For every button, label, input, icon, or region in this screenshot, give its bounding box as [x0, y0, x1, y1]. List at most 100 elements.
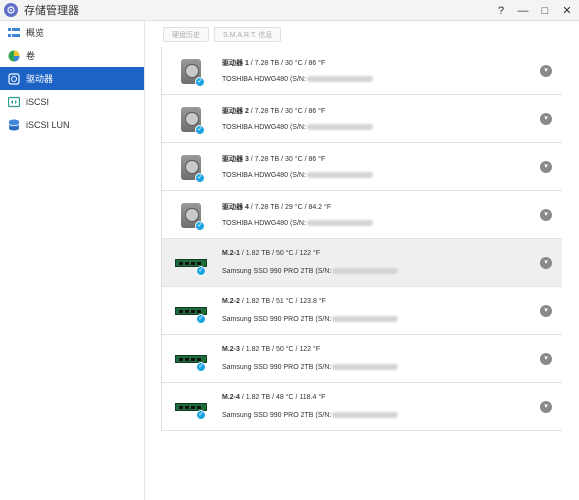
drive-row[interactable]: ✓ 驱动器 3 / 7.28 TB / 30 °C / 86 °F TOSHIB… — [162, 143, 562, 191]
drive-model: TOSHIBA HDWG480 (S/N: — [222, 172, 373, 179]
expand-chevron-icon[interactable]: ▾ — [540, 401, 552, 413]
drive-info: / 1.82 TB / 51 °C / 123.8 °F — [241, 298, 326, 305]
title-bar: 存储管理器 ? — □ ✕ — [0, 0, 579, 21]
drive-model: TOSHIBA HDWG480 (S/N: — [222, 124, 373, 131]
sidebar: 概览 卷 驱动器 iSCSI iSCSI LUN — [0, 21, 145, 500]
drive-name: 驱动器 1 — [222, 60, 249, 67]
drive-model: Samsung SSD 990 PRO 2TB (S/N: — [222, 316, 399, 323]
drive-info: / 7.28 TB / 30 °C / 86 °F — [250, 60, 326, 67]
healthy-check-icon: ✓ — [196, 410, 206, 420]
healthy-check-icon: ✓ — [195, 221, 205, 231]
drive-history-button[interactable]: 硬盘历史 — [163, 27, 209, 42]
redacted-serial — [332, 316, 399, 323]
main-panel: 硬盘历史 S.M.A.R.T. 信息 ✓ 驱动器 1 / 7.28 TB / 3… — [145, 21, 579, 500]
drive-model-text: Samsung SSD 990 PRO 2TB (S/N: — [222, 364, 332, 371]
expand-chevron-icon[interactable]: ▾ — [540, 353, 552, 365]
help-button[interactable]: ? — [495, 5, 507, 17]
drive-model-text: Samsung SSD 990 PRO 2TB (S/N: — [222, 316, 332, 323]
expand-chevron-icon[interactable]: ▾ — [540, 209, 552, 221]
redacted-serial — [332, 412, 399, 419]
healthy-check-icon: ✓ — [196, 314, 206, 324]
sidebar-item-iscsi[interactable]: iSCSI — [0, 90, 144, 113]
drive-model: TOSHIBA HDWG480 (S/N: — [222, 220, 373, 227]
drive-title: M.2-2 / 1.82 TB / 51 °C / 123.8 °F — [222, 298, 326, 305]
redacted-serial — [306, 76, 373, 83]
minimize-button[interactable]: — — [517, 5, 529, 17]
redacted-serial — [332, 364, 399, 371]
healthy-check-icon: ✓ — [196, 362, 206, 372]
drive-name: 驱动器 2 — [222, 108, 249, 115]
drive-model: Samsung SSD 990 PRO 2TB (S/N: — [222, 364, 399, 371]
drive-name: M.2-1 — [222, 250, 240, 257]
drive-title: M.2-3 / 1.82 TB / 50 °C / 122 °F — [222, 346, 320, 353]
expand-chevron-icon[interactable]: ▾ — [540, 257, 552, 269]
drive-title: 驱动器 1 / 7.28 TB / 30 °C / 86 °F — [222, 58, 325, 68]
sidebar-item-overview[interactable]: 概览 — [0, 21, 144, 44]
maximize-button[interactable]: □ — [539, 5, 551, 17]
drive-row[interactable]: ✓ M.2-2 / 1.82 TB / 51 °C / 123.8 °F Sam… — [162, 287, 562, 335]
drive-row[interactable]: ✓ M.2-1 / 1.82 TB / 50 °C / 122 °F Samsu… — [162, 239, 562, 287]
drive-info: / 7.28 TB / 30 °C / 86 °F — [250, 156, 326, 163]
expand-chevron-icon[interactable]: ▾ — [540, 161, 552, 173]
drive-model-text: TOSHIBA HDWG480 (S/N: — [222, 124, 306, 131]
drive-name: M.2-3 — [222, 346, 240, 353]
drive-title: M.2-4 / 1.82 TB / 48 °C / 118.4 °F — [222, 394, 325, 401]
sidebar-item-iscsi-lun[interactable]: iSCSI LUN — [0, 113, 144, 136]
drive-model-text: Samsung SSD 990 PRO 2TB (S/N: — [222, 412, 332, 419]
drive-model-text: TOSHIBA HDWG480 (S/N: — [222, 220, 306, 227]
drive-name: 驱动器 4 — [222, 204, 249, 211]
drive-row[interactable]: ✓ M.2-3 / 1.82 TB / 50 °C / 122 °F Samsu… — [162, 335, 562, 383]
iscsi-lun-icon — [8, 119, 20, 131]
drive-info: / 7.28 TB / 30 °C / 86 °F — [250, 108, 326, 115]
sidebar-item-volume[interactable]: 卷 — [0, 44, 144, 67]
overview-icon — [8, 27, 20, 39]
drive-name: M.2-4 — [222, 394, 240, 401]
app-logo-icon — [4, 3, 18, 17]
sidebar-item-label: iSCSI — [26, 96, 50, 107]
healthy-check-icon: ✓ — [195, 173, 205, 183]
drive-name: 驱动器 3 — [222, 156, 249, 163]
sidebar-item-drives[interactable]: 驱动器 — [0, 67, 144, 90]
expand-chevron-icon[interactable]: ▾ — [540, 305, 552, 317]
drive-info: / 1.82 TB / 48 °C / 118.4 °F — [241, 394, 326, 401]
drive-model-text: TOSHIBA HDWG480 (S/N: — [222, 76, 306, 83]
volume-icon — [8, 50, 20, 62]
drive-title: 驱动器 2 / 7.28 TB / 30 °C / 86 °F — [222, 106, 325, 116]
drive-model: Samsung SSD 990 PRO 2TB (S/N: — [222, 268, 399, 275]
close-button[interactable]: ✕ — [561, 4, 573, 17]
sidebar-item-label: iSCSI LUN — [26, 119, 70, 130]
toolbar: 硬盘历史 S.M.A.R.T. 信息 — [163, 27, 282, 42]
drive-model: TOSHIBA HDWG480 (S/N: — [222, 76, 373, 83]
sidebar-item-label: 卷 — [26, 51, 36, 61]
expand-chevron-icon[interactable]: ▾ — [540, 65, 552, 77]
healthy-check-icon: ✓ — [195, 77, 205, 87]
drive-model: Samsung SSD 990 PRO 2TB (S/N: — [222, 412, 399, 419]
redacted-serial — [332, 268, 399, 275]
drive-list: ✓ 驱动器 1 / 7.28 TB / 30 °C / 86 °F TOSHIB… — [161, 47, 562, 431]
drive-info: / 7.28 TB / 29 °C / 84.2 °F — [250, 204, 332, 211]
drive-row[interactable]: ✓ 驱动器 1 / 7.28 TB / 30 °C / 86 °F TOSHIB… — [162, 47, 562, 95]
sidebar-item-label: 概览 — [26, 28, 45, 38]
smart-info-button[interactable]: S.M.A.R.T. 信息 — [214, 27, 282, 42]
storage-manager-window: 存储管理器 ? — □ ✕ 概览 卷 驱动器 iSCSI iSCSI LUN 硬… — [0, 0, 579, 500]
healthy-check-icon: ✓ — [196, 266, 206, 276]
drive-title: M.2-1 / 1.82 TB / 50 °C / 122 °F — [222, 250, 320, 257]
drive-info: / 1.82 TB / 50 °C / 122 °F — [241, 250, 321, 257]
redacted-serial — [306, 124, 373, 131]
healthy-check-icon: ✓ — [195, 125, 205, 135]
drive-info: / 1.82 TB / 50 °C / 122 °F — [241, 346, 321, 353]
drive-row[interactable]: ✓ 驱动器 4 / 7.28 TB / 29 °C / 84.2 °F TOSH… — [162, 191, 562, 239]
drive-row[interactable]: ✓ M.2-4 / 1.82 TB / 48 °C / 118.4 °F Sam… — [162, 383, 562, 431]
iscsi-icon — [7, 96, 21, 108]
drive-title: 驱动器 3 / 7.28 TB / 30 °C / 86 °F — [222, 154, 325, 164]
redacted-serial — [306, 172, 373, 179]
drive-row[interactable]: ✓ 驱动器 2 / 7.28 TB / 30 °C / 86 °F TOSHIB… — [162, 95, 562, 143]
drive-icon — [8, 72, 20, 85]
drive-title: 驱动器 4 / 7.28 TB / 29 °C / 84.2 °F — [222, 202, 331, 212]
drive-name: M.2-2 — [222, 298, 240, 305]
sidebar-item-label: 驱动器 — [26, 74, 54, 84]
redacted-serial — [306, 220, 373, 227]
drive-model-text: Samsung SSD 990 PRO 2TB (S/N: — [222, 268, 332, 275]
expand-chevron-icon[interactable]: ▾ — [540, 113, 552, 125]
window-title: 存储管理器 — [24, 5, 79, 17]
